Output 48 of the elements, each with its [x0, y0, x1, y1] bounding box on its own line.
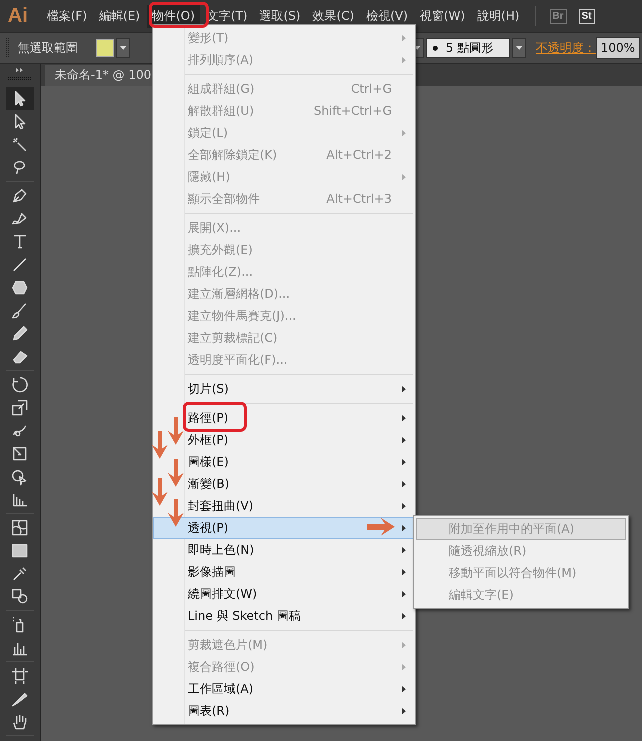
grip-handle-icon — [8, 77, 32, 81]
menu-item[interactable]: 檢視(V) — [361, 4, 414, 28]
menu-item[interactable]: 影像描圖 — [153, 561, 415, 583]
down-arrow-icon — [150, 478, 170, 508]
menu-item[interactable]: 圖表(R) — [153, 700, 415, 722]
menu-item[interactable]: 繞圖排文(W) — [153, 583, 415, 605]
artboard-icon — [10, 666, 30, 686]
caret-icon — [120, 46, 126, 50]
menu-item[interactable]: 視窗(W) — [415, 4, 470, 28]
down-arrow-icon — [166, 459, 186, 489]
down-arrow-icon — [166, 499, 186, 529]
mesh-icon — [10, 518, 30, 538]
fill-dropdown-button[interactable] — [116, 38, 130, 58]
highlight-outline — [183, 402, 247, 432]
menu-item[interactable]: 外框(P) — [153, 429, 415, 451]
grip-handle-icon — [6, 38, 10, 58]
menu-item[interactable]: 路徑(P) — [153, 407, 415, 429]
scale-squares-icon — [10, 398, 30, 418]
right-arrow-icon — [367, 518, 397, 536]
menu-item[interactable]: 檔案(F) — [42, 4, 92, 28]
menu-item[interactable]: 說明(H) — [472, 4, 525, 28]
menu-item[interactable]: 工作區域(A) — [153, 678, 415, 700]
menu-item[interactable]: 漸變(B) — [153, 473, 415, 495]
down-arrow-icon — [166, 417, 186, 447]
caret-icon — [516, 46, 522, 50]
menu-item[interactable]: 選取(S) — [254, 4, 306, 28]
blend-shapes-icon — [10, 586, 30, 606]
app-launch-button[interactable]: St — [578, 8, 595, 24]
fill-color-swatch[interactable] — [96, 39, 114, 57]
highlight-outline — [149, 2, 209, 28]
selection-arrow-tool[interactable] — [6, 87, 34, 110]
dot-icon — [433, 46, 438, 50]
menu-item[interactable]: 切片(S) — [153, 378, 415, 400]
selection-status: 無選取範圍 — [18, 40, 78, 56]
menu-item[interactable]: 圖樣(E) — [153, 451, 415, 473]
menu-item[interactable]: 效果(C) — [308, 4, 360, 28]
app-logo: Ai — [7, 4, 29, 28]
brush-name: 5 點圓形 — [446, 40, 494, 56]
brush-field[interactable]: 5 點圓形 — [426, 38, 510, 58]
menu-item[interactable]: Line 與 Sketch 圖稿 — [153, 605, 415, 627]
opacity-field[interactable]: 100% — [596, 37, 640, 59]
brush-dropdown-button[interactable] — [512, 38, 526, 58]
menu-item[interactable]: 編輯(E) — [94, 4, 146, 28]
collapse-icon[interactable] — [16, 68, 24, 73]
menu-item[interactable]: 即時上色(N) — [153, 539, 415, 561]
menu-item[interactable]: 透視(P) — [153, 517, 415, 539]
menu-item[interactable]: 封套扭曲(V) — [153, 495, 415, 517]
down-arrow-icon — [150, 431, 170, 461]
